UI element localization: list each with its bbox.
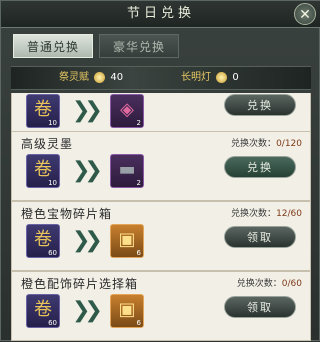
- list-item: 橙色宝物碎片箱 兑换次数：12/60 卷 60 ❯❯ ▣ 6 领取: [11, 201, 311, 271]
- currency-2-value: 0: [232, 72, 239, 83]
- exchange-list[interactable]: 卷 10 ❯❯ ◈ 2 兑换 高级灵墨 兑换次数：0/120 卷 10 ❯❯ ▬: [11, 93, 311, 342]
- currency-2-label: 长明灯: [181, 72, 211, 83]
- arrow-icon: ❯❯: [72, 98, 103, 123]
- item-title: 高级灵墨: [21, 137, 74, 151]
- scroll-icon: 卷 10: [26, 94, 60, 128]
- exchange-button[interactable]: 兑换: [224, 156, 296, 178]
- scroll-icon: 卷 60: [26, 294, 60, 328]
- ink-stick-icon: ▬ 2: [110, 154, 144, 188]
- accessory-chest-icon: ▣ 6: [110, 294, 144, 328]
- scroll-icon: 卷 10: [26, 154, 60, 188]
- window-title: 节日兑换: [1, 1, 320, 28]
- currency-1-value: 40: [110, 72, 124, 83]
- currency-2: 长明灯 0: [181, 67, 239, 89]
- currency-1: 祭灵赋 40: [59, 67, 123, 89]
- claim-button[interactable]: 领取: [224, 296, 296, 318]
- arrow-icon: ❯❯: [72, 298, 103, 323]
- arrow-icon: ❯❯: [72, 228, 103, 253]
- currency-bar: 祭灵赋 40 长明灯 0: [11, 66, 311, 90]
- exchange-window: 节日兑换 ✕ 普通兑换 豪华兑换 祭灵赋 40 长明灯 0 卷 10 ❯❯ ◈ …: [0, 0, 320, 341]
- tab-luxury-exchange[interactable]: 豪华兑换: [99, 34, 179, 58]
- exchange-count: 兑换次数：0/60: [236, 279, 302, 289]
- claim-button[interactable]: 领取: [224, 226, 296, 248]
- arrow-icon: ❯❯: [72, 158, 103, 183]
- exchange-count: 兑换次数：0/120: [231, 139, 302, 149]
- exchange-button[interactable]: 兑换: [224, 94, 296, 116]
- currency-1-label: 祭灵赋: [59, 72, 89, 83]
- scroll-icon: 卷 60: [26, 224, 60, 258]
- list-item: 高级灵墨 兑换次数：0/120 卷 10 ❯❯ ▬ 2 兑换: [11, 131, 311, 201]
- item-title: 橙色宝物碎片箱: [21, 207, 113, 221]
- list-item: 卷 10 ❯❯ ◈ 2 兑换: [11, 93, 311, 133]
- close-button[interactable]: ✕: [294, 3, 316, 25]
- list-item: 橙色配饰碎片选择箱 兑换次数：0/60 卷 60 ❯❯ ▣ 6 领取: [11, 271, 311, 341]
- coin-icon: [94, 71, 106, 83]
- tab-normal-exchange[interactable]: 普通兑换: [13, 34, 93, 58]
- exchange-count: 兑换次数：12/60: [231, 209, 302, 219]
- item-title: 橙色配饰碎片选择箱: [21, 277, 139, 291]
- lamp-icon: [216, 71, 228, 83]
- treasure-chest-icon: ▣ 6: [110, 224, 144, 258]
- gem-box-icon: ◈ 2: [110, 94, 144, 128]
